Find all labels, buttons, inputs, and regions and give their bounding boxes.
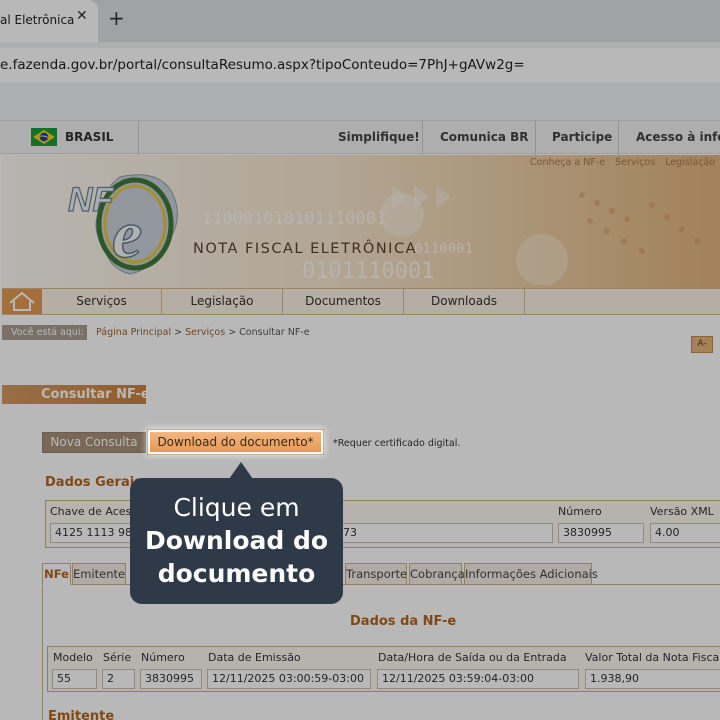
menu-item-servicos[interactable]: Serviços xyxy=(42,289,162,314)
new-tab-button[interactable]: + xyxy=(108,6,125,30)
modelo-label: Modelo xyxy=(53,651,93,664)
tab-title: al Eletrônica xyxy=(0,13,75,27)
numero-label: Número xyxy=(558,505,602,518)
breadcrumb-separator: > xyxy=(225,327,240,338)
tab-transporte[interactable]: Transporte xyxy=(345,563,407,585)
versao-field: 4.00 xyxy=(650,523,720,543)
divider xyxy=(138,121,139,155)
font-size-decrease-button[interactable]: A- xyxy=(691,336,713,353)
download-document-button[interactable]: Download do documento* xyxy=(148,430,323,454)
browser-tab-strip: al Eletrônica ✕ + xyxy=(0,0,720,42)
brazil-flag-icon xyxy=(31,128,57,146)
numero-field: 3830995 xyxy=(558,523,644,543)
link-legislacao[interactable]: Legislação xyxy=(665,157,715,168)
country-label: BRASIL xyxy=(65,130,114,144)
dados-nfe-box: Modelo Série Número Data de Emissão Data… xyxy=(47,646,720,692)
main-menu: Serviços Legislação Documentos Downloads xyxy=(2,288,720,315)
tab-cobranca[interactable]: Cobrança xyxy=(409,563,465,585)
browser-toolbar: e.fazenda.gov.br/portal/consultaResumo.a… xyxy=(0,42,720,120)
valor-total-label: Valor Total da Nota Fiscal xyxy=(585,651,720,664)
data-emissao-label: Data de Emissão xyxy=(208,651,301,664)
binary-text: 0110001 xyxy=(414,241,474,257)
divider xyxy=(618,121,619,155)
serie-label: Série xyxy=(103,651,132,664)
divider xyxy=(422,121,423,155)
tab-informacoes-adicionais[interactable]: Informações Adicionais xyxy=(464,563,598,585)
home-button[interactable] xyxy=(2,289,42,314)
instruction-callout: Clique em Download do documento xyxy=(130,478,343,604)
page-title: Consultar NF-e xyxy=(2,385,150,404)
chave-value-tail: 73 xyxy=(343,526,357,539)
certificate-note: *Requer certificado digital. xyxy=(333,438,461,449)
menu-item-documentos[interactable]: Documentos xyxy=(283,289,404,314)
serie-field: 2 xyxy=(102,669,135,689)
tab-nfe[interactable]: NFe xyxy=(42,563,71,585)
svg-text:e: e xyxy=(112,196,142,272)
modelo-field: 55 xyxy=(52,669,97,689)
breadcrumb-current: Consultar NF-e xyxy=(239,327,310,338)
menu-item-downloads[interactable]: Downloads xyxy=(404,289,525,314)
breadcrumb-separator: > xyxy=(171,327,186,338)
breadcrumb-home[interactable]: Página Principal xyxy=(96,327,171,338)
valor-total-field: 1.938,90 xyxy=(585,669,720,689)
url-text: e.fazenda.gov.br/portal/consultaResumo.a… xyxy=(0,57,525,73)
link-conheca[interactable]: Conheça a NF-e xyxy=(530,157,605,168)
gov-link-simplifique[interactable]: Simplifique! xyxy=(338,130,420,144)
nfe-logo: NF e xyxy=(67,174,178,275)
gov-link-comunica[interactable]: Comunica BR xyxy=(440,130,529,144)
callout-line-1: Clique em xyxy=(173,493,300,522)
menu-item-legislacao[interactable]: Legislação xyxy=(162,289,283,314)
binary-text: 0101110001 xyxy=(302,259,435,284)
nfe-banner: Conheça a NF-e Serviços Legislação D 110… xyxy=(2,155,720,288)
link-servicos[interactable]: Serviços xyxy=(615,157,655,168)
dados-nfe-heading: Dados da NF-e xyxy=(350,614,457,629)
close-icon[interactable]: ✕ xyxy=(76,8,88,24)
divider xyxy=(535,121,536,155)
breadcrumb-servicos[interactable]: Serviços xyxy=(185,327,225,338)
binary-text: 110001010101110001 xyxy=(202,209,387,229)
dados-gerais-heading: Dados Gerais xyxy=(45,475,142,490)
browser-tab[interactable]: al Eletrônica ✕ xyxy=(0,0,98,42)
tab-emitente[interactable]: Emitente xyxy=(72,563,126,585)
callout-line-2: Download do xyxy=(144,526,329,555)
versao-label: Versão XML xyxy=(650,505,714,518)
callout-pointer xyxy=(229,462,253,479)
numero-label: Número xyxy=(141,651,185,664)
svg-text:NF: NF xyxy=(68,181,115,219)
gov-link-acesso[interactable]: Acesso à infor xyxy=(636,130,720,144)
breadcrumb: Página Principal > Serviços > Consultar … xyxy=(96,327,310,338)
numero-field: 3830995 xyxy=(140,669,202,689)
gov-link-participe[interactable]: Participe xyxy=(552,130,612,144)
emitente-heading: Emitente xyxy=(48,709,115,720)
home-icon xyxy=(9,291,35,311)
data-saida-field: 12/11/2025 03:59:04-03:00 xyxy=(377,669,579,689)
data-emissao-field: 12/11/2025 03:00:59-03:00 xyxy=(207,669,371,689)
breadcrumb-label: Você está aqui: xyxy=(2,325,87,340)
data-saida-label: Data/Hora de Saída ou da Entrada xyxy=(378,651,567,664)
nova-consulta-button[interactable]: Nova Consulta xyxy=(42,432,146,453)
address-bar[interactable]: e.fazenda.gov.br/portal/consultaResumo.a… xyxy=(0,48,720,82)
callout-line-3: documento xyxy=(157,559,316,588)
gov-bar: BRASIL Simplifique! Comunica BR Particip… xyxy=(0,120,720,155)
nfe-title: NOTA FISCAL ELETRÔNICA xyxy=(193,241,417,257)
banner-top-links: Conheça a NF-e Serviços Legislação D xyxy=(530,157,720,168)
